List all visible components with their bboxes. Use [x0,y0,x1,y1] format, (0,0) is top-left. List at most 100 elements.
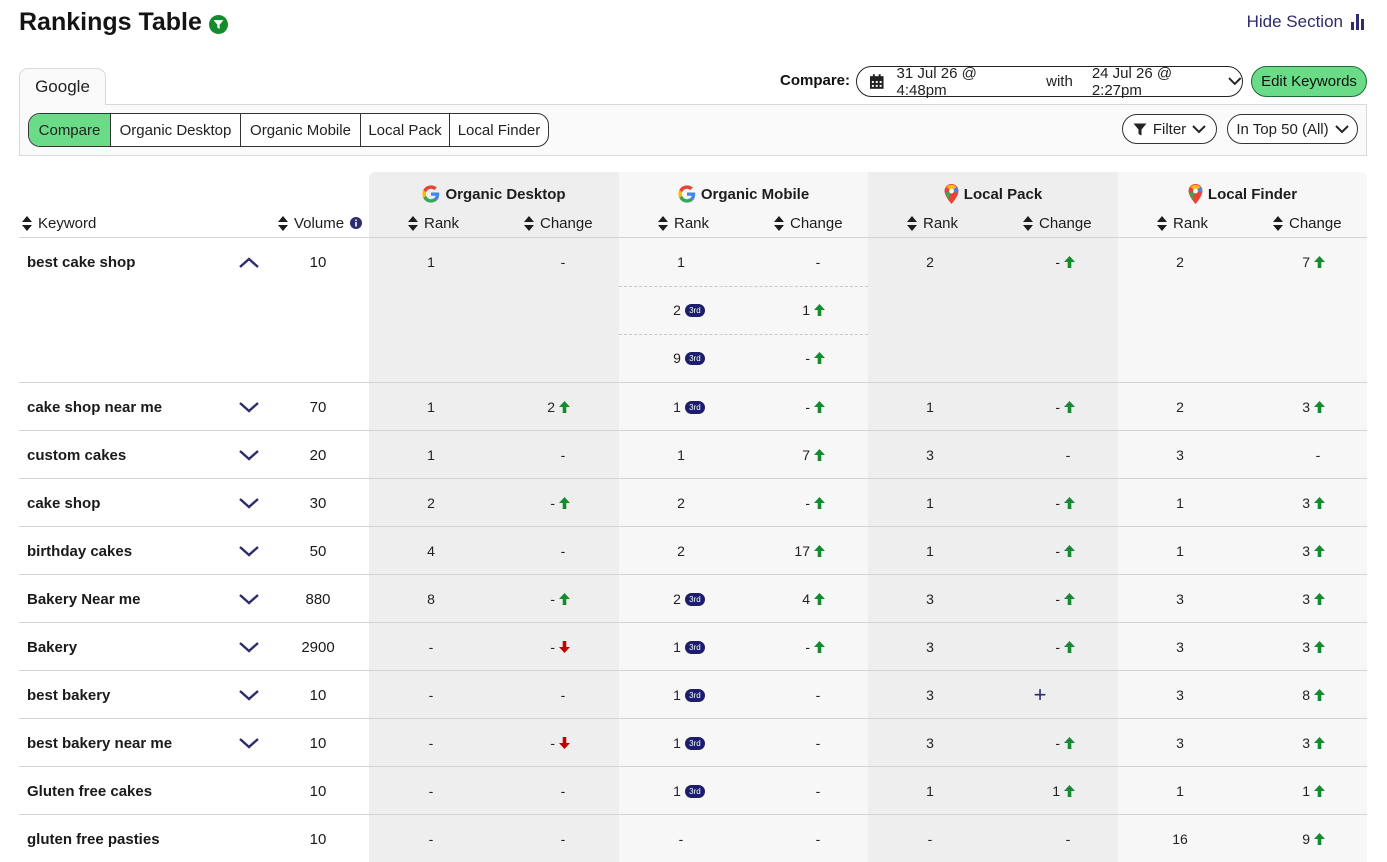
change-value: 3 [1302,495,1310,511]
sort-keyword-header[interactable]: Keyword [22,212,96,234]
sort-icon [408,215,418,231]
expand-row-button[interactable] [237,733,261,753]
top-range-select[interactable]: In Top 50 (All) [1227,114,1358,144]
date-from: 31 Jul 26 @ 4:48pm [896,64,977,99]
rank-value: 2 [673,302,681,318]
arrow-up-icon [1064,256,1075,268]
change-value: 7 [802,447,810,463]
expand-row-button[interactable] [237,493,261,513]
sort-local-finder-change[interactable]: Change [1273,212,1342,234]
sort-icon [658,215,668,231]
expand-row-button[interactable] [237,589,261,609]
organic-desktop-change-cell: - [470,733,570,753]
rank-value: 1 [926,399,934,415]
segment-local-pack[interactable]: Local Pack [360,114,449,146]
change-value: - [805,495,810,511]
keyword-cell: birthday cakes [27,542,133,560]
arrow-up-icon [814,449,825,461]
local-pack-change-cell: - [975,252,1075,272]
sort-local-finder-rank[interactable]: Rank [1157,212,1208,234]
rank-value: 3 [926,591,934,607]
change-value: - [550,735,555,751]
rank-value: 4 [427,543,435,559]
chevron-up-icon [239,256,259,268]
header-local-finder: Local Finder [1118,183,1367,205]
rank-value: 9 [673,350,681,366]
row-divider [19,718,1367,719]
funnel-icon [1133,123,1147,135]
sort-organic-mobile-rank[interactable]: Rank [658,212,709,234]
local-pack-rank-cell: 1 [880,397,980,417]
organic-mobile-change-cell: - [725,637,825,657]
expand-row-button[interactable] [237,685,261,705]
date-compare-select[interactable]: 31 Jul 26 @ 4:48pm with 24 Jul 26 @ 2:27… [856,64,1243,99]
rank-value: 1 [677,254,685,270]
add-icon[interactable]: + [1034,684,1047,706]
organic-desktop-rank-cell: 1 [381,252,481,272]
local-pack-change-cell: - [1018,829,1118,849]
volume-cell: 10 [309,830,327,848]
filter-badge-icon[interactable] [208,14,228,34]
info-icon[interactable] [350,217,363,229]
sub-row-divider [619,286,868,287]
volume-cell: 2900 [301,638,335,656]
rank-header-label: Rank [674,214,710,232]
tab-google[interactable]: Google [19,68,106,105]
change-value: - [560,687,566,703]
arrow-up-icon [1064,545,1075,557]
local-finder-rank-cell: 3 [1130,733,1230,753]
segment-local-finder[interactable]: Local Finder [449,114,548,146]
change-value: - [1055,254,1060,270]
rank-value: - [428,735,434,751]
change-value: 3 [1302,639,1310,655]
local-finder-change-cell: 7 [1225,252,1325,272]
position-badge: 3rd [684,303,705,317]
keyword-cell: Gluten free cakes [27,782,153,800]
arrow-up-icon [1064,497,1075,509]
sort-local-pack-rank[interactable]: Rank [907,212,958,234]
rank-header-label: Rank [923,214,959,232]
organic-mobile-rank-cell: 2 3rd [639,589,739,609]
organic-mobile-change-cell: 7 [725,445,825,465]
organic-mobile-change-cell: - [768,829,868,849]
arrow-up-icon [1314,256,1325,268]
segment-organic-mobile[interactable]: Organic Mobile [240,114,360,146]
segment-compare[interactable]: Compare [29,114,110,146]
organic-desktop-rank-cell: 4 [381,541,481,561]
expand-row-button[interactable] [237,637,261,657]
organic-mobile-change-cell: - [768,781,868,801]
expand-row-button[interactable] [237,445,261,465]
rank-value: 3 [926,735,934,751]
sort-volume-header[interactable]: Volume [278,212,363,234]
top-range-label: In Top 50 (All) [1236,120,1329,138]
hide-section-button[interactable]: Hide Section [1247,12,1365,32]
arrow-up-icon [814,304,825,316]
rank-value: 1 [1176,543,1184,559]
arrow-up-icon [1314,401,1325,413]
change-value: 2 [547,399,555,415]
rank-value: 2 [677,543,685,559]
header-organic-mobile-label: Organic Mobile [700,185,810,203]
local-pack-change-cell: - [1018,445,1118,465]
expand-row-button[interactable] [237,397,261,417]
rank-header-label: Rank [1173,214,1209,232]
change-value: - [1055,543,1060,559]
rank-value: 1 [427,254,435,270]
collapse-row-button[interactable] [237,252,261,272]
filter-button[interactable]: Filter [1122,114,1217,144]
expand-row-button[interactable] [237,541,261,561]
sort-organic-desktop-rank[interactable]: Rank [408,212,459,234]
row-divider [19,766,1367,767]
segment-organic-desktop[interactable]: Organic Desktop [110,114,240,146]
organic-desktop-rank-cell: - [381,685,481,705]
organic-mobile-rank-cell: 2 3rd [639,300,739,320]
position-badge: 3rd [684,351,705,365]
hide-section-label: Hide Section [1246,12,1343,31]
organic-mobile-rank-cell: 2 [631,541,731,561]
sort-organic-desktop-change[interactable]: Change [524,212,593,234]
edit-keywords-button[interactable]: Edit Keywords [1251,66,1367,97]
row-divider [19,382,1367,383]
sort-organic-mobile-change[interactable]: Change [774,212,843,234]
sort-local-pack-change[interactable]: Change [1023,212,1092,234]
change-value: - [550,591,555,607]
